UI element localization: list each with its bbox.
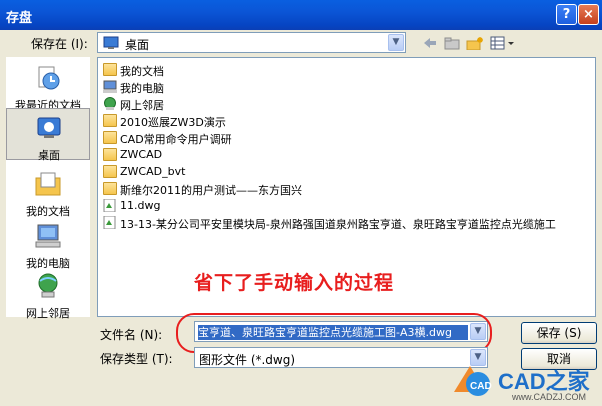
filetype-dropdown[interactable]: 图形文件 (*.dwg) ▼: [194, 347, 488, 368]
desktop-icon: [37, 117, 61, 138]
filetype-value: 图形文件 (*.dwg): [199, 353, 296, 367]
my-computer-icon: [35, 224, 61, 248]
filename-label: 文件名 (N):: [100, 328, 163, 342]
my-computer-icon: [103, 80, 117, 93]
folder-icon: [103, 182, 117, 195]
save-in-value: 桌面: [125, 38, 150, 52]
place-network[interactable]: 网上邻居: [6, 267, 90, 325]
close-button[interactable]: ×: [578, 4, 599, 25]
desktop-icon: [103, 36, 119, 49]
chevron-down-icon[interactable]: ▼: [388, 34, 404, 51]
help-button[interactable]: ?: [556, 4, 577, 25]
network-icon: [104, 97, 116, 110]
place-desktop[interactable]: 桌面: [6, 108, 90, 162]
place-my-documents[interactable]: 我的文档: [6, 165, 90, 223]
up-folder-icon[interactable]: [444, 36, 460, 50]
cad-logo-icon: CAD: [454, 366, 492, 396]
dwg-file-icon: [103, 216, 116, 229]
dwg-file-icon: [103, 199, 116, 212]
recent-documents-icon: [38, 66, 60, 90]
back-icon[interactable]: [422, 36, 438, 50]
place-label: 网上邻居: [26, 307, 70, 320]
folder-icon: [103, 165, 117, 178]
views-menu-icon[interactable]: [490, 36, 516, 50]
filetype-label: 保存类型 (T):: [100, 352, 173, 366]
my-documents-icon: [35, 172, 61, 196]
save-in-label: 保存在 (I):: [31, 37, 88, 51]
window-title: 存盘: [6, 11, 33, 26]
svg-text:CAD: CAD: [470, 381, 492, 392]
annotation-text: 省下了手动输入的过程: [194, 272, 395, 294]
places-bar: 我最近的文档 桌面 我的文档 我的电脑 网上邻居: [6, 57, 90, 320]
place-label: 桌面: [38, 149, 60, 162]
save-button[interactable]: 保存 (S): [521, 322, 597, 344]
folder-icon: [103, 148, 117, 161]
folder-icon: [103, 131, 117, 144]
network-icon: [38, 273, 58, 298]
my-documents-icon: [103, 63, 117, 76]
new-folder-icon[interactable]: [466, 36, 484, 50]
title-bar: 存盘 ? ×: [0, 0, 602, 30]
cadzj-watermark: CAD CAD之家 www.CADZJ.COM: [446, 356, 602, 406]
watermark-url: www.CADZJ.COM: [512, 392, 586, 402]
save-in-dropdown[interactable]: 桌面 ▼: [97, 32, 406, 53]
folder-icon: [103, 114, 117, 127]
